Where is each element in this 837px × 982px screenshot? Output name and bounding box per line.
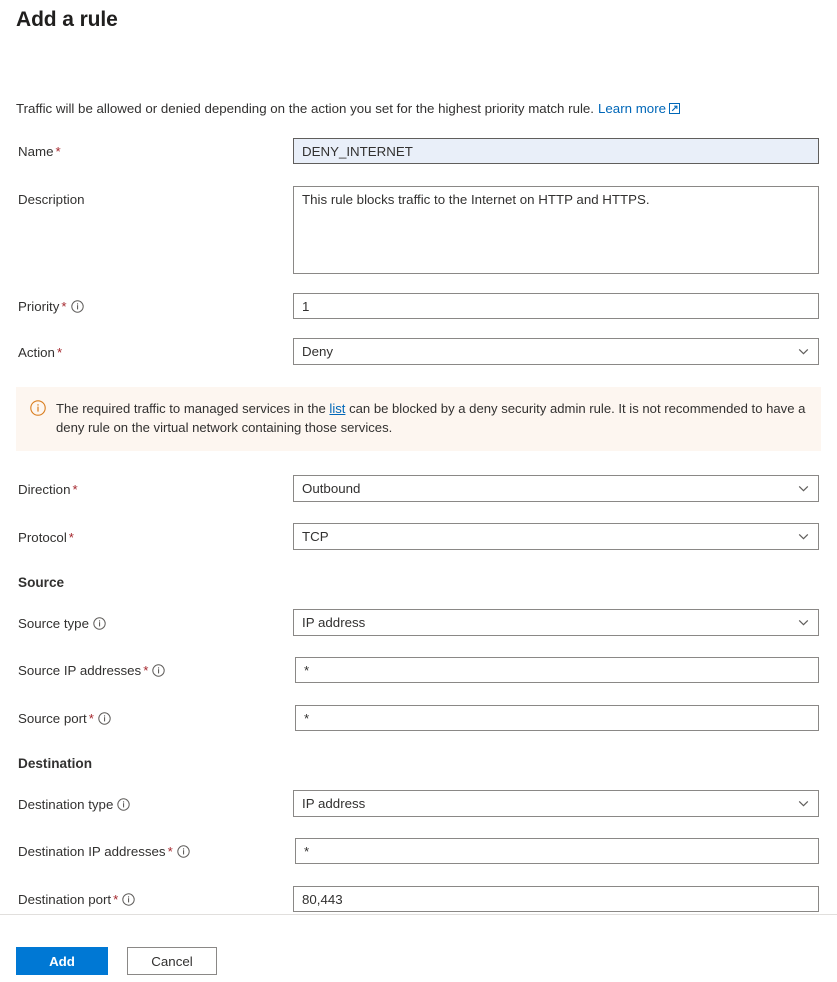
required-asterisk: *	[88, 711, 94, 726]
required-asterisk: *	[68, 530, 74, 545]
destination-port-input[interactable]	[293, 886, 819, 912]
learn-more-link[interactable]: Learn more	[598, 101, 681, 117]
learn-more-label: Learn more	[598, 101, 667, 116]
chevron-down-icon	[797, 530, 810, 543]
required-asterisk: *	[72, 482, 78, 497]
label-description: Description	[18, 192, 85, 207]
protocol-dropdown[interactable]: TCP	[293, 523, 819, 550]
name-input[interactable]	[293, 138, 819, 164]
label-source-port-text: Source port	[18, 711, 87, 726]
required-asterisk: *	[55, 144, 61, 159]
required-asterisk: *	[61, 299, 67, 314]
label-name-text: Name	[18, 144, 54, 159]
add-button[interactable]: Add	[16, 947, 108, 975]
banner-text: The required traffic to managed services…	[56, 399, 807, 437]
label-destination-port-text: Destination port	[18, 892, 112, 907]
add-rule-panel: Add a rule Traffic will be allowed or de…	[0, 0, 837, 982]
priority-input[interactable]	[293, 293, 819, 319]
destination-type-dropdown[interactable]: IP address	[293, 790, 819, 817]
source-type-value: IP address	[302, 615, 366, 630]
chevron-down-icon	[797, 616, 810, 629]
source-type-dropdown[interactable]: IP address	[293, 609, 819, 636]
info-icon[interactable]	[177, 845, 190, 858]
intro-description: Traffic will be allowed or denied depend…	[16, 101, 595, 116]
label-priority: Priority *	[18, 299, 84, 315]
clipped-next-row: ..	[340, 908, 346, 913]
label-source-ip-text: Source IP addresses	[18, 663, 142, 678]
label-destination-port: Destination port *	[18, 892, 136, 908]
info-circle-icon	[30, 400, 46, 416]
direction-value: Outbound	[302, 481, 361, 496]
section-heading-source: Source	[18, 575, 65, 590]
label-destination-ip: Destination IP addresses *	[18, 844, 190, 860]
panel-footer: Add Cancel	[0, 914, 837, 982]
cancel-button[interactable]: Cancel	[127, 947, 217, 975]
label-destination-ip-text: Destination IP addresses	[18, 844, 166, 859]
info-icon[interactable]	[70, 300, 84, 313]
action-dropdown[interactable]: Deny	[293, 338, 819, 365]
label-protocol: Protocol *	[18, 530, 74, 546]
label-action: Action *	[18, 345, 62, 361]
required-asterisk: *	[143, 663, 149, 678]
info-icon[interactable]	[152, 664, 166, 677]
direction-dropdown[interactable]: Outbound	[293, 475, 819, 502]
description-textarea[interactable]: This rule blocks traffic to the Internet…	[293, 186, 819, 274]
form-scroll-region[interactable]: Traffic will be allowed or denied depend…	[0, 92, 837, 914]
label-priority-text: Priority	[18, 299, 60, 314]
external-link-icon	[669, 102, 681, 117]
label-direction-text: Direction	[18, 482, 71, 497]
required-asterisk: *	[56, 345, 63, 360]
label-action-text: Action	[18, 345, 55, 360]
label-source-type: Source type	[18, 616, 106, 632]
deny-rule-warning-banner: The required traffic to managed services…	[16, 387, 821, 451]
destination-ip-input[interactable]	[295, 838, 819, 864]
managed-services-list-link[interactable]: list	[329, 401, 345, 416]
source-ip-input[interactable]	[295, 657, 819, 683]
chevron-down-icon	[797, 482, 810, 495]
required-asterisk: *	[167, 844, 173, 859]
label-destination-type-text: Destination type	[18, 797, 114, 812]
destination-type-value: IP address	[302, 796, 366, 811]
protocol-value: TCP	[302, 529, 329, 544]
page-title: Add a rule	[16, 8, 118, 31]
label-destination-type: Destination type	[18, 797, 131, 813]
chevron-down-icon	[797, 797, 810, 810]
label-source-port: Source port *	[18, 711, 111, 727]
label-source-ip: Source IP addresses *	[18, 663, 166, 679]
info-icon[interactable]	[122, 893, 136, 906]
label-name: Name *	[18, 144, 61, 160]
info-icon[interactable]	[93, 617, 106, 630]
source-port-input[interactable]	[295, 705, 819, 731]
action-value: Deny	[302, 344, 334, 359]
required-asterisk: *	[113, 892, 119, 907]
label-direction: Direction *	[18, 482, 78, 498]
label-source-type-text: Source type	[18, 616, 89, 631]
intro-text: Traffic will be allowed or denied depend…	[16, 101, 681, 117]
chevron-down-icon	[797, 345, 810, 358]
section-heading-destination: Destination	[18, 756, 93, 771]
label-protocol-text: Protocol	[18, 530, 67, 545]
info-icon[interactable]	[98, 712, 111, 725]
info-icon[interactable]	[117, 798, 131, 811]
banner-text-before: The required traffic to managed services…	[56, 401, 326, 416]
